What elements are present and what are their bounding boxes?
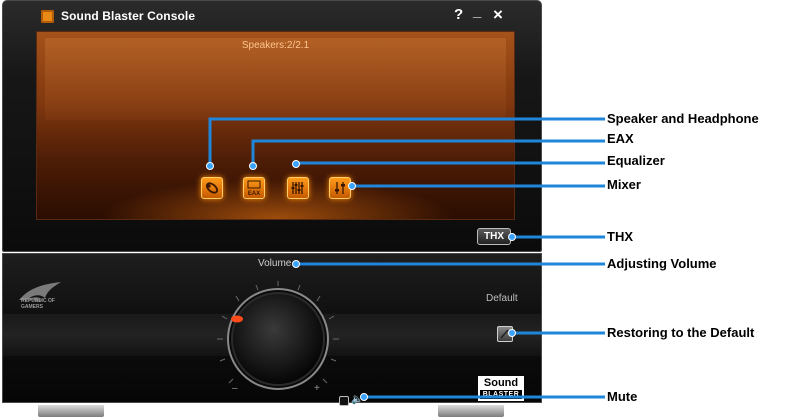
callout-line-equalizer — [294, 161, 605, 165]
callout-line-eax — [251, 139, 605, 165]
callout-dot-volume — [292, 260, 300, 268]
callout-eax: EAX — [607, 131, 634, 146]
callout-dot-eax — [249, 162, 257, 170]
callout-restoring-default: Restoring to the Default — [607, 325, 755, 340]
callout-speaker-headphone: Speaker and Headphone — [607, 111, 759, 126]
callout-mute: Mute — [607, 389, 638, 404]
callout-adjusting-volume: Adjusting Volume — [607, 256, 717, 271]
callout-mixer: Mixer — [607, 177, 641, 192]
callout-dot-mixer — [348, 182, 356, 190]
callout-thx: THX — [607, 229, 633, 244]
callout-dot-equalizer — [292, 160, 300, 168]
callout-dot-default — [508, 329, 516, 337]
callout-dot-speaker-headphone — [206, 162, 214, 170]
callout-dot-thx — [508, 233, 516, 241]
callout-equalizer: Equalizer — [607, 153, 665, 168]
callout-lines — [206, 117, 605, 401]
callout-dot-mute — [360, 393, 368, 401]
